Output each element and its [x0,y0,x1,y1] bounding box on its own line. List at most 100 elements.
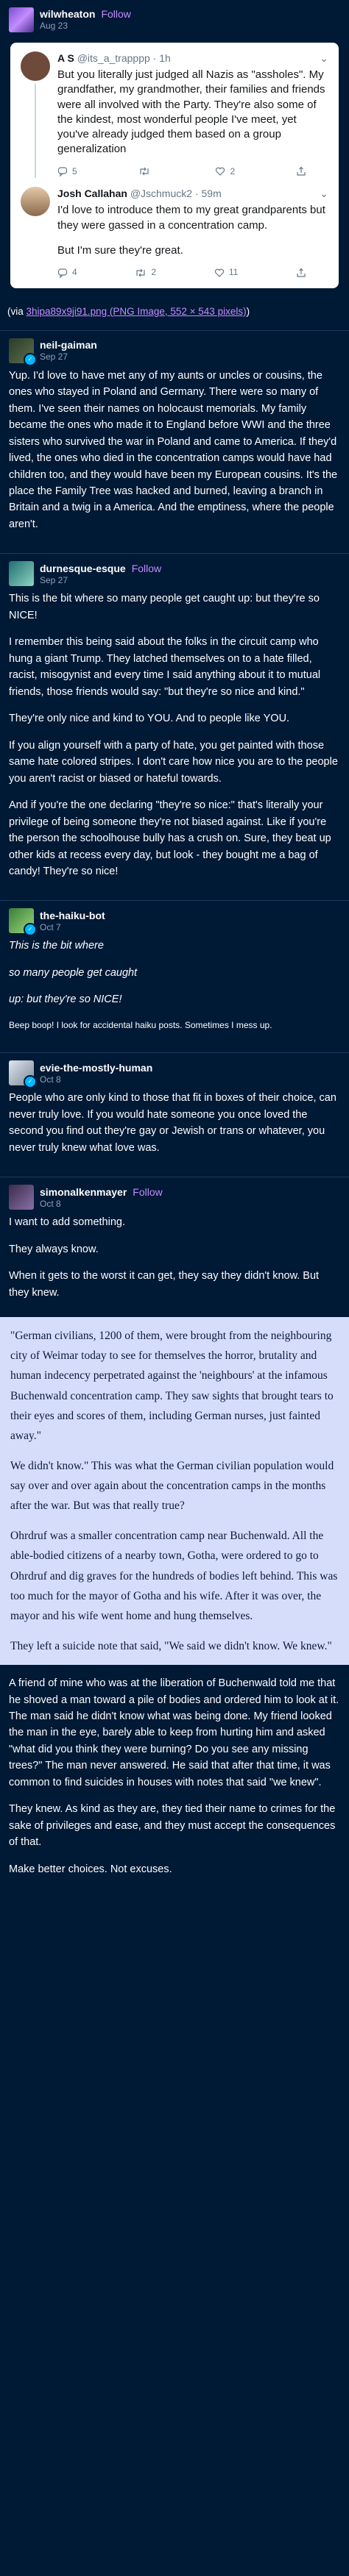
tweet-time: 59m [201,188,222,200]
quote-paragraph: Ohrdruf was a smaller concentration camp… [10,1530,338,1622]
tweet-avatar-col [21,51,50,179]
reply-action: 4 [57,265,77,279]
via-line: (via 3hipa89x9ji91.png (PNG Image, 552 ×… [0,294,349,331]
reply-icon [57,167,68,176]
like-count: 2 [230,165,236,176]
tweet-author-name: Josh Callahan [57,188,127,200]
reblog-neil-gaiman: ✓ neil-gaiman Sep 27 Yup. I'd love to ha… [0,331,349,554]
post-date: Oct 8 [40,1198,61,1209]
like-count: 11 [228,267,239,278]
chevron-down-icon: ⌄ [320,188,328,200]
post-header: wilwheaton Follow Aug 23 [0,0,349,37]
haiku-line: This is the bit where [9,940,104,952]
share-icon [297,268,306,277]
haiku-bot-note: Beep boop! I look for accidental haiku p… [9,1019,272,1030]
reblog-content: This is the bit where so many people get… [0,938,349,1048]
tweet-actions: 4 2 11 [57,265,328,279]
paragraph: They knew. As kind as they are, they tie… [9,1803,336,1849]
follow-button[interactable]: Follow [132,563,161,575]
blog-name[interactable]: neil-gaiman [40,339,97,352]
reblog-content: I want to add something. They always kno… [0,1214,349,1317]
paragraph: And if you're the one declaring "they're… [9,799,331,877]
reblog-content: Yup. I'd love to have met any of my aunt… [0,368,349,549]
reblog-header: durnesque-esque Follow Sep 27 [0,554,349,591]
blog-meta: simonalkenmayer Follow Oct 8 [40,1186,163,1209]
paragraph: Yup. I'd love to have met any of my aunt… [9,369,338,530]
reblog-evie-the-mostly-human: ✓ evie-the-mostly-human Oct 8 People who… [0,1053,349,1178]
tweet-body: Josh Callahan @Jschmuck2 · 59m ⌄ I'd lov… [57,187,328,279]
follow-button[interactable]: Follow [133,1186,162,1199]
tweet-avatar [21,51,50,81]
blog-name-row: durnesque-esque Follow [40,563,161,575]
tweet-head: A S @its_a_trapppp · 1h ⌄ [57,51,328,65]
paragraph: A friend of mine who was at the liberati… [9,1677,339,1788]
quote-block: "German civilians, 1200 of them, were br… [0,1317,349,1666]
tweet-text: But you literally just judged all Nazis … [57,68,325,156]
reblog-content: People who are only kind to those that f… [0,1090,349,1172]
paragraph: They're only nice and kind to YOU. And t… [9,713,290,725]
heart-icon [216,167,225,176]
avatar[interactable]: ✓ [9,1060,37,1089]
tweet-text-line: I'd love to introduce them to my great g… [57,204,325,232]
tweet-avatar-col [21,187,50,279]
post-date: Oct 8 [40,1074,61,1085]
avatar[interactable]: ✓ [9,908,37,937]
share-icon [297,166,306,176]
paragraph: I remember this being said about the fol… [9,636,321,698]
blog-name[interactable]: the-haiku-bot [40,910,105,922]
avatar[interactable] [9,561,34,587]
tweet-actions: 5 2 [57,165,328,179]
quote-paragraph: "German civilians, 1200 of them, were br… [10,1330,334,1442]
retweet-icon [136,268,146,276]
via-link[interactable]: 3hipa89x9ji91.png (PNG Image, 552 × 543 … [27,306,247,317]
haiku-line: up: but they're so NICE! [9,993,122,1006]
avatar[interactable] [9,7,34,32]
quote-paragraph: They left a suicide note that said, "We … [10,1639,332,1652]
post-date: Oct 7 [40,921,61,932]
share-action [296,165,306,179]
follow-button[interactable]: Follow [101,8,130,21]
tweet-text: I'd love to introduce them to my great g… [57,203,328,258]
reblog-content: This is the bit where so many people get… [0,591,349,896]
paragraph: People who are only kind to those that f… [9,1092,336,1154]
retweet-action [138,165,155,179]
blog-name[interactable]: wilwheaton [40,8,95,21]
reblog-header: ✓ the-haiku-bot Oct 7 [0,901,349,938]
verified-badge-icon: ✓ [24,352,37,366]
blog-meta: neil-gaiman Sep 27 [40,339,97,362]
tweet-dot: · [152,52,157,64]
reply-count: 5 [72,165,77,176]
tweet-image: A S @its_a_trapppp · 1h ⌄ But you litera… [10,43,339,288]
verified-badge-icon: ✓ [24,1075,37,1089]
tweet-author-handle: @Jschmuck2 [130,188,193,200]
tweet-time: 1h [159,52,171,64]
like-action: 2 [215,165,235,179]
tweet-head: Josh Callahan @Jschmuck2 · 59m ⌄ [57,187,328,200]
blog-name[interactable]: durnesque-esque [40,563,126,575]
avatar[interactable]: ✓ [9,338,37,366]
paragraph: They always know. [9,1243,99,1255]
blog-meta: evie-the-mostly-human Oct 8 [40,1062,152,1085]
quote-paragraph: We didn't know." This was what the Germa… [10,1459,334,1513]
reblog-content: A friend of mine who was at the liberati… [0,1675,349,1894]
tweet-text-line: But I'm sure they're great. [57,243,183,257]
reply-action: 5 [57,165,77,179]
paragraph: Make better choices. Not excuses. [9,1863,172,1875]
paragraph: When it gets to the worst it can get, th… [9,1270,320,1299]
tweet-dot: · [194,188,199,200]
blog-name[interactable]: simonalkenmayer [40,1186,127,1199]
blog-name-row: simonalkenmayer Follow [40,1186,163,1199]
reblog-simonalkenmayer: simonalkenmayer Follow Oct 8 I want to a… [0,1177,349,1898]
avatar[interactable] [9,1185,34,1210]
tweet-avatar [21,187,50,217]
via-prefix: (via [7,305,27,317]
blog-name[interactable]: evie-the-mostly-human [40,1062,152,1074]
share-action [296,265,306,279]
reblog-durnesque-esque: durnesque-esque Follow Sep 27 This is th… [0,554,349,902]
like-action: 11 [214,265,238,279]
tweet-author-handle: @its_a_trapppp [77,52,150,64]
tweet: A S @its_a_trapppp · 1h ⌄ But you litera… [21,51,328,179]
haiku-line: so many people get caught [9,966,138,979]
post: wilwheaton Follow Aug 23 A S @its_a_trap… [0,0,349,1898]
blog-meta: the-haiku-bot Oct 7 [40,910,105,932]
